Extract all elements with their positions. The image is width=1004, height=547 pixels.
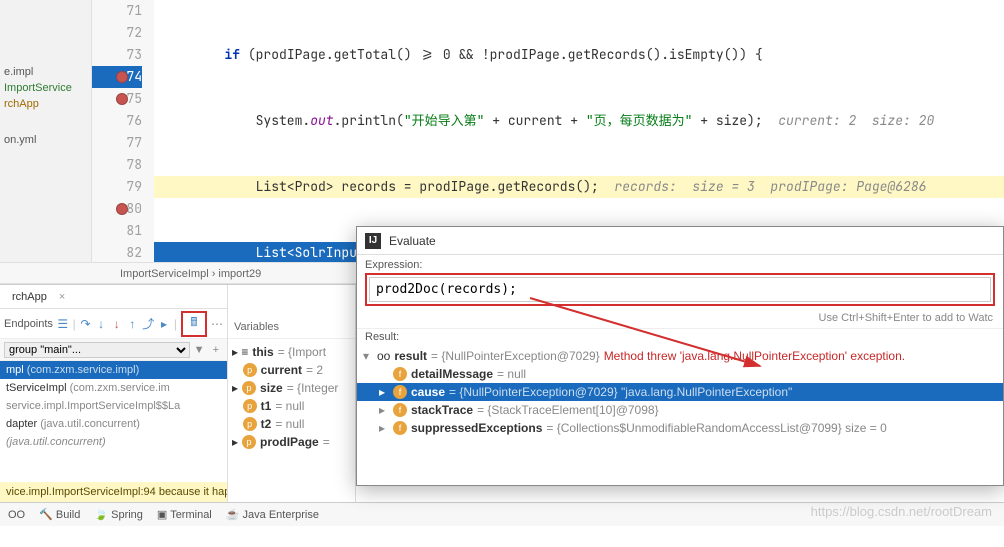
bottom-item[interactable]: ☕ Java Enterprise [226, 508, 319, 521]
add-icon[interactable]: + [209, 344, 223, 356]
line-gutter[interactable]: 71 72 73 74 75 76 77 78 79 80 81 82 [92, 0, 154, 262]
bottom-toolbar: OO 🔨 Build 🍃 Spring ▣ Terminal ☕ Java En… [0, 502, 1004, 526]
file-entry[interactable]: e.impl [0, 64, 91, 80]
variables-header: Variables [228, 285, 355, 339]
result-label: Result: [357, 328, 1003, 345]
variable-row[interactable]: p t1 = null [232, 397, 351, 415]
project-strip: e.impl ImportService rchApp on.yml [0, 0, 92, 262]
bottom-item[interactable]: ▣ Terminal [157, 508, 212, 521]
force-step-icon[interactable]: ↓ [111, 315, 123, 333]
variable-row[interactable]: ▸ p prodIPage = [232, 433, 351, 451]
stack-frame[interactable]: (java.util.concurrent) [0, 433, 227, 451]
step-out-icon[interactable]: ↑ [127, 315, 139, 333]
shortcut-hint: Use Ctrl+Shift+Enter to add to Watc [357, 312, 1003, 328]
file-entry[interactable]: rchApp [0, 96, 91, 112]
result-tree[interactable]: ▾ oo result = {NullPointerException@7029… [357, 345, 1003, 485]
file-entry[interactable]: ImportService [0, 80, 91, 96]
variable-row[interactable]: ▸ ≡ this = {Import [232, 343, 351, 361]
expression-label: Expression: [357, 255, 1003, 271]
more-icon[interactable]: ⋯ [211, 315, 223, 333]
run-to-cursor-icon[interactable]: ▸ [158, 315, 170, 333]
file-entry[interactable]: on.yml [0, 132, 91, 148]
warning-bar: vice.impl.ImportServiceImpl:94 because i… [0, 482, 227, 502]
stack-frame[interactable]: mpl (com.zxm.service.impl) [0, 361, 227, 379]
tree-row-selected[interactable]: ▸f cause = {NullPointerException@7029} "… [357, 383, 1003, 401]
drop-frame-icon[interactable]: ⤴ [142, 315, 154, 333]
breakpoint-icon[interactable] [116, 203, 128, 215]
bottom-item[interactable]: 🔨 Build [39, 508, 80, 521]
thread-selector[interactable]: group "main"... [4, 342, 190, 358]
layout-icon[interactable]: ☰ [57, 315, 69, 333]
step-over-icon[interactable]: ↷ [80, 315, 92, 333]
breakpoint-icon[interactable] [116, 71, 128, 83]
step-into-icon[interactable]: ↓ [95, 315, 107, 333]
intellij-icon: IJ [365, 233, 381, 249]
breakpoint-icon[interactable] [116, 93, 128, 105]
stack-frame[interactable]: service.impl.ImportServiceImpl$$La [0, 397, 227, 415]
bottom-item[interactable]: 🍃 Spring [94, 508, 143, 521]
evaluate-dialog: IJ Evaluate Expression: Use Ctrl+Shift+E… [356, 226, 1004, 486]
dialog-title: Evaluate [389, 234, 436, 248]
variable-row[interactable]: p current = 2 [232, 361, 351, 379]
endpoints-label[interactable]: Endpoints [4, 318, 53, 330]
expression-input[interactable] [369, 277, 991, 302]
bottom-item[interactable]: OO [8, 509, 25, 521]
filter-icon[interactable]: ▼ [190, 344, 209, 356]
debug-toolbar: Endpoints ☰ | ↷ ↓ ↓ ↑ ⤴ ▸ | 🖩 ⋯ [0, 309, 227, 339]
code-editor[interactable]: if (prodIPage.getTotal() >= 0 && !prodIP… [154, 0, 1004, 262]
close-icon[interactable]: × [59, 291, 65, 303]
debug-tab[interactable]: rchApp [6, 289, 53, 305]
evaluate-icon[interactable]: 🖩 [185, 315, 203, 333]
stack-frame[interactable]: tServiceImpl (com.zxm.service.im [0, 379, 227, 397]
stack-frame[interactable]: dapter (java.util.concurrent) [0, 415, 227, 433]
variable-row[interactable]: ▸ p size = {Integer [232, 379, 351, 397]
variable-row[interactable]: p t2 = null [232, 415, 351, 433]
